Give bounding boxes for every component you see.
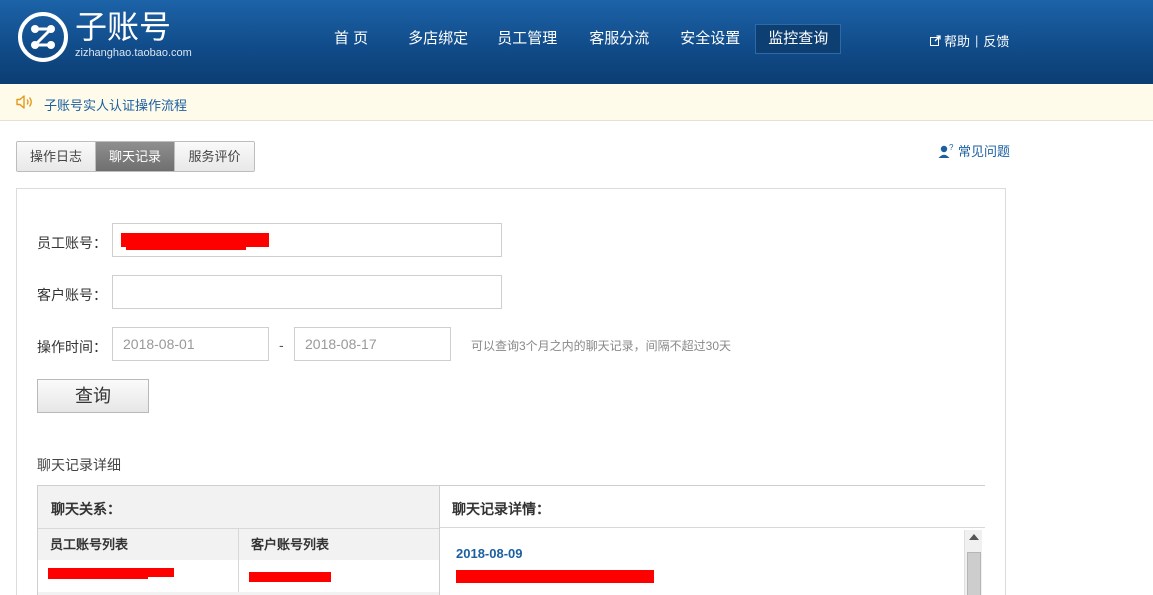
date-range-hint: 可以查询3个月之内的聊天记录，间隔不超过30天 (471, 339, 732, 353)
customer-account-cell[interactable] (239, 560, 439, 592)
employee-account-label: 员工账号： (37, 235, 107, 251)
nav-home[interactable]: 首 页 (316, 24, 386, 54)
svg-text:?: ? (949, 143, 954, 152)
divider: | (975, 33, 979, 48)
chat-records-table: 聊天关系： 员工账号列表 客户账号列表 聊天记录详情： 2018-08-09 (37, 485, 985, 595)
chat-relation-column: 聊天关系： 员工账号列表 客户账号列表 (38, 486, 440, 595)
nav-employee-management[interactable]: 员工管理 (481, 24, 573, 54)
chat-detail-scrollbar[interactable] (964, 530, 982, 595)
notice-bar: 子账号实人认证操作流程 (0, 84, 1153, 121)
top-header: 子账号 zizhanghao.taobao.com 首 页 多店绑定 员工管理 … (0, 0, 1153, 84)
chat-detail-column: 聊天记录详情： 2018-08-09 (440, 486, 985, 595)
customer-account-input[interactable] (112, 275, 502, 309)
customer-list-header: 客户账号列表 (239, 529, 439, 561)
logo-icon[interactable] (18, 12, 68, 62)
chat-detail-header-bar: 聊天记录详情： (440, 486, 985, 528)
logo-title[interactable]: 子账号 (75, 8, 171, 46)
help-link[interactable]: 帮助 (944, 31, 970, 50)
employee-account-input[interactable] (112, 223, 502, 257)
query-button[interactable]: 查询 (37, 379, 149, 413)
help-feedback: 帮助 | 反馈 (930, 31, 1009, 50)
user-question-icon: ? (938, 143, 954, 158)
employee-list-header: 员工账号列表 (38, 529, 239, 561)
query-panel: 员工账号： 客户账号： 操作时间： 2018-08-01 - 2018-08-1… (16, 188, 1006, 595)
tab-bar: 操作日志 聊天记录 服务评价 (16, 141, 255, 172)
chat-detail-header: 聊天记录详情： (452, 501, 550, 517)
speaker-icon (16, 95, 32, 109)
nav-customer-service-routing[interactable]: 客服分流 (573, 24, 665, 54)
chat-detail-date: 2018-08-09 (456, 546, 523, 561)
customer-account-label: 客户账号： (37, 287, 107, 303)
tab-service-rating[interactable]: 服务评价 (175, 142, 254, 171)
employee-account-cell[interactable] (38, 560, 239, 592)
redaction-mark (249, 572, 331, 582)
date-range-separator: - (279, 337, 284, 353)
scroll-up-icon[interactable] (969, 534, 979, 540)
nav-multi-store[interactable]: 多店绑定 (386, 24, 481, 54)
notice-link[interactable]: 子账号实人认证操作流程 (44, 95, 187, 114)
main-nav: 首 页 多店绑定 员工管理 客服分流 安全设置 监控查询 (316, 24, 842, 54)
redaction-mark (126, 242, 246, 250)
operation-time-label: 操作时间： (37, 339, 107, 355)
end-date-input[interactable]: 2018-08-17 (294, 327, 451, 361)
feedback-link[interactable]: 反馈 (983, 31, 1009, 50)
nav-security-settings[interactable]: 安全设置 (665, 24, 755, 54)
chat-relation-header: 聊天关系： (51, 501, 121, 517)
external-link-icon (930, 35, 941, 46)
faq-label: 常见问题 (958, 144, 1011, 159)
redaction-mark (456, 570, 654, 583)
start-date-input[interactable]: 2018-08-01 (112, 327, 269, 361)
scroll-thumb[interactable] (967, 552, 981, 595)
account-list-headers: 员工账号列表 客户账号列表 (38, 528, 439, 561)
faq-link[interactable]: ? 常见问题 (938, 141, 1010, 160)
chat-records-section-title: 聊天记录详细 (37, 457, 121, 473)
logo-subtitle: zizhanghao.taobao.com (75, 47, 192, 59)
table-row[interactable] (38, 560, 439, 592)
tab-operation-log[interactable]: 操作日志 (17, 142, 96, 171)
redaction-mark (48, 573, 148, 579)
tab-chat-records[interactable]: 聊天记录 (96, 142, 175, 171)
nav-monitor-query[interactable]: 监控查询 (755, 24, 842, 54)
